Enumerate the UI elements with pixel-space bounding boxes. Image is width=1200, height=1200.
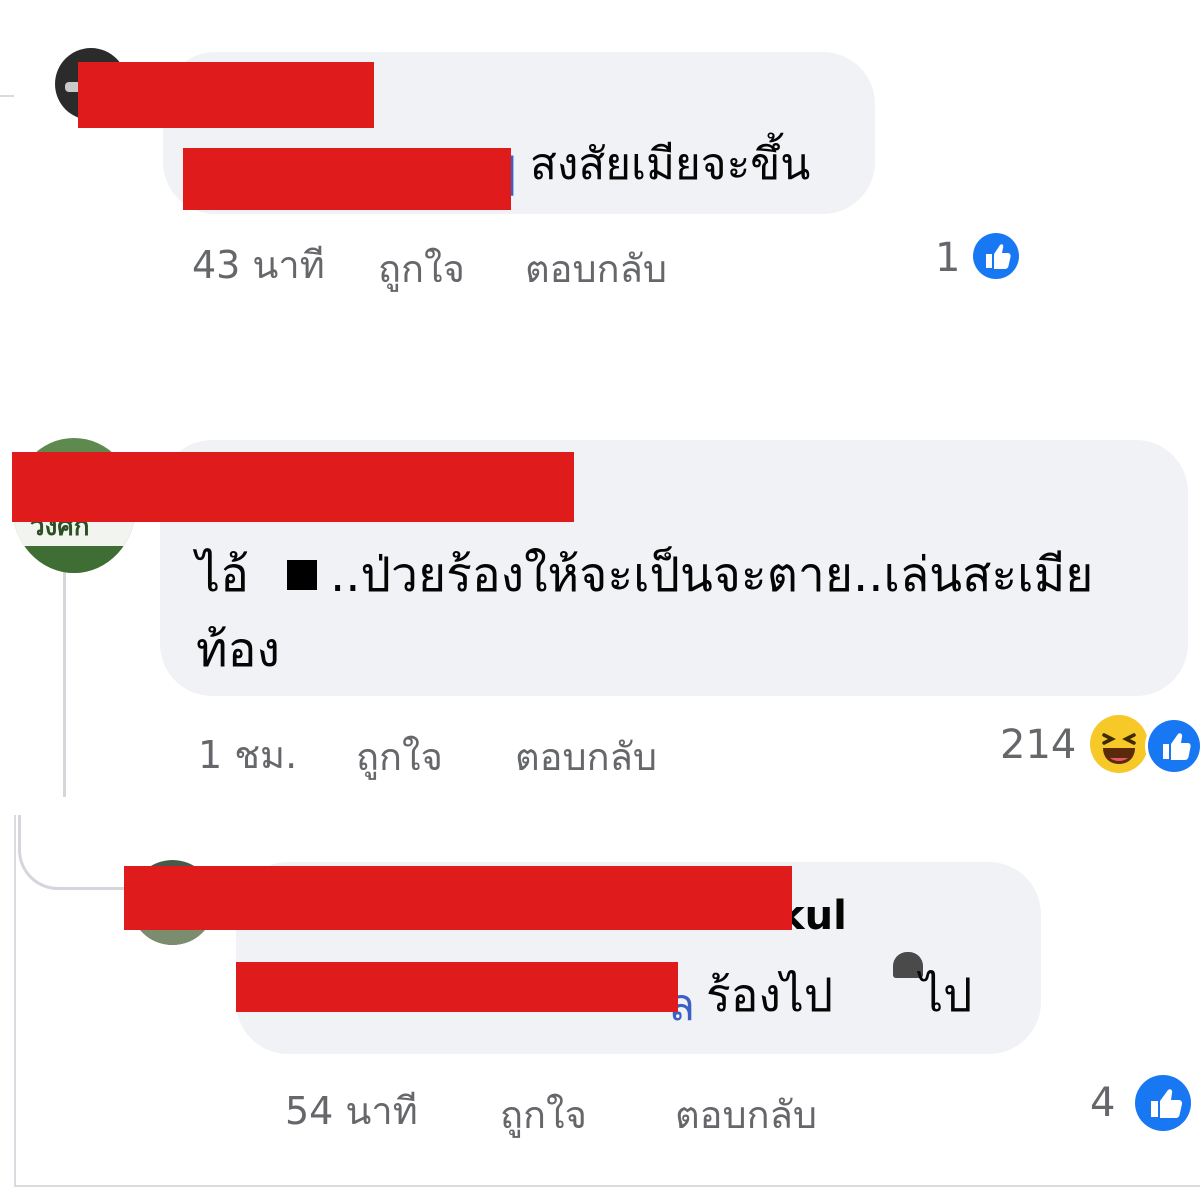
avatar-photo-foliage bbox=[12, 546, 136, 573]
redacted-mention bbox=[236, 962, 678, 1012]
comment-timestamp[interactable]: 54 นาที bbox=[285, 1080, 418, 1141]
reply-thread-curve bbox=[18, 815, 131, 890]
like-button[interactable]: ถูกใจ bbox=[356, 726, 443, 787]
reply-button[interactable]: ตอบกลับ bbox=[675, 1084, 817, 1145]
like-icon bbox=[1148, 720, 1200, 772]
reaction-count[interactable]: 214 bbox=[1000, 722, 1076, 768]
redacted-commenter-name bbox=[78, 62, 374, 128]
comment-text: ร้องไป bbox=[706, 968, 834, 1022]
like-button[interactable]: ถูกใจ bbox=[500, 1084, 587, 1145]
comment-timestamp[interactable]: 1 ชม. bbox=[198, 724, 297, 785]
like-icon bbox=[973, 233, 1019, 279]
redacted-commenter-name bbox=[12, 452, 574, 522]
comment-text-tail: ไป bbox=[920, 968, 973, 1022]
redacted-mention bbox=[183, 148, 511, 210]
comment-timestamp[interactable]: 43 นาที bbox=[192, 234, 325, 295]
comment-text-line-1: ..ป่วยร้องให้จะเป็นจะตาย..เล่นสะเมีย bbox=[330, 547, 1094, 603]
reply-button[interactable]: ตอบกลับ bbox=[525, 238, 667, 299]
censor-emoji-icon bbox=[893, 952, 923, 978]
censored-word-box bbox=[287, 560, 317, 590]
frame-left-edge bbox=[14, 815, 16, 1185]
comment-text-prefix: ไอ้ bbox=[196, 547, 249, 603]
comment-text-line-2: ท้อง bbox=[196, 622, 280, 678]
redacted-commenter-name bbox=[124, 866, 792, 930]
like-icon bbox=[1135, 1075, 1191, 1131]
frame-bottom-edge bbox=[14, 1185, 1200, 1187]
reply-button[interactable]: ตอบกลับ bbox=[515, 726, 657, 787]
reaction-count[interactable]: 1 bbox=[935, 235, 960, 281]
thread-connector-line bbox=[63, 572, 66, 797]
like-button[interactable]: ถูกใจ bbox=[378, 238, 465, 299]
reaction-count[interactable]: 4 bbox=[1090, 1080, 1115, 1126]
comment-text: สงสัยเมียจะขึ้น bbox=[530, 139, 811, 190]
haha-icon bbox=[1090, 715, 1148, 773]
frame-left-tick bbox=[0, 95, 14, 97]
